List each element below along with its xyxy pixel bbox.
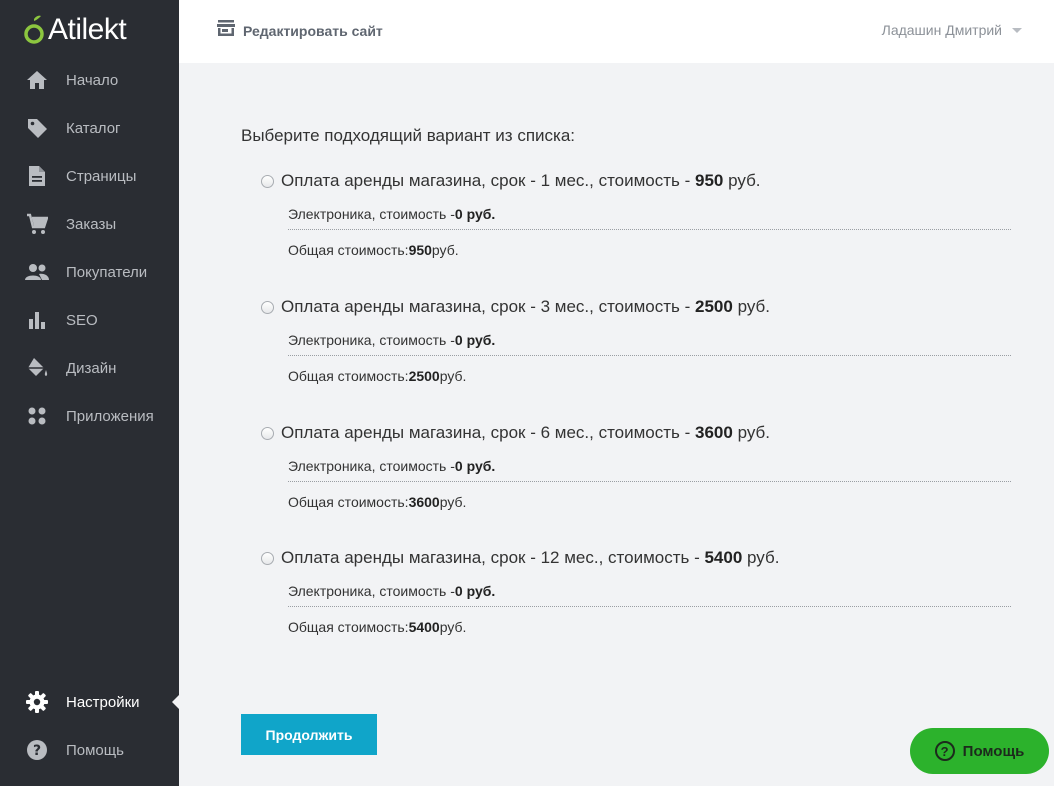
plan-detail: Электроника, стоимость - 0 руб.	[288, 318, 1011, 356]
user-name: Ладашин Дмитрий	[881, 22, 1002, 38]
sidebar-item-label: Заказы	[66, 215, 117, 233]
sidebar-item-seo[interactable]: SEO	[0, 296, 179, 344]
sidebar-item-apps[interactable]: Приложения	[0, 392, 179, 440]
selection-prompt: Выберите подходящий вариант из списка:	[241, 126, 576, 145]
tag-icon	[24, 115, 50, 141]
apple-logo-icon	[24, 15, 44, 45]
plan-detail: Электроника, стоимость - 0 руб.	[288, 192, 1011, 230]
sidebar-item-pages[interactable]: Страницы	[0, 152, 179, 200]
sidebar-item-design[interactable]: Дизайн	[0, 344, 179, 392]
document-icon	[24, 163, 50, 189]
plan-radio-1[interactable]	[261, 174, 274, 188]
sidebar-item-orders[interactable]: Заказы	[0, 200, 179, 248]
bar-chart-icon	[24, 307, 50, 333]
edit-site-button[interactable]: Редактировать сайт	[217, 20, 383, 41]
plan-option: Оплата аренды магазина, срок - 12 мес., …	[261, 547, 1011, 637]
sidebar-item-label: Покупатели	[66, 263, 148, 281]
paint-bucket-icon	[24, 355, 50, 381]
continue-button[interactable]: Продолжить	[241, 714, 377, 755]
sidebar-item-home[interactable]: Начало	[0, 56, 179, 104]
help-circle-icon: ?	[24, 737, 50, 763]
sidebar-item-label: Настройки	[66, 693, 140, 711]
plan-selection: Выберите подходящий вариант из списка: О…	[241, 126, 1021, 635]
plan-total: Общая стоимость: 2500 руб.	[288, 368, 467, 384]
top-bar: Редактировать сайт Ладашин Дмитрий	[179, 0, 1054, 63]
plan-total: Общая стоимость: 5400 руб.	[288, 619, 467, 635]
plan-option-label[interactable]: Оплата аренды магазина, срок - 12 мес., …	[281, 548, 779, 568]
brand-logo[interactable]: Atilekt	[24, 10, 127, 50]
sidebar-item-customers[interactable]: Покупатели	[0, 248, 179, 296]
plan-option: Оплата аренды магазина, срок - 1 мес., с…	[261, 170, 1011, 260]
sidebar-item-help[interactable]: ? Помощь	[0, 726, 179, 774]
plan-total: Общая стоимость: 950 руб.	[288, 242, 459, 258]
plan-option-label[interactable]: Оплата аренды магазина, срок - 6 мес., с…	[281, 423, 770, 443]
sidebar-item-catalog[interactable]: Каталог	[0, 104, 179, 152]
sidebar-item-label: Начало	[66, 71, 119, 89]
plan-option-label[interactable]: Оплата аренды магазина, срок - 1 мес., с…	[281, 171, 761, 191]
help-chat-button[interactable]: ? Помощь	[910, 728, 1049, 774]
people-icon	[24, 259, 50, 285]
home-icon	[24, 67, 50, 93]
cart-icon	[24, 211, 50, 237]
sidebar-item-label: Дизайн	[66, 359, 117, 377]
sidebar: Atilekt Начало Каталог Страницы Заказы П…	[0, 0, 179, 786]
apps-grid-icon	[24, 403, 50, 429]
sidebar-item-label: Каталог	[66, 119, 121, 137]
chevron-down-icon	[1012, 27, 1022, 33]
help-circle-icon: ?	[934, 741, 955, 761]
sidebar-item-settings[interactable]: Настройки	[0, 678, 179, 726]
plan-option: Оплата аренды магазина, срок - 3 мес., с…	[261, 296, 1011, 386]
storefront-icon	[217, 20, 235, 41]
brand-name: Atilekt	[48, 13, 127, 46]
plan-total: Общая стоимость: 3600 руб.	[288, 494, 467, 510]
plan-option: Оплата аренды магазина, срок - 6 мес., с…	[261, 422, 1011, 512]
plan-detail: Электроника, стоимость - 0 руб.	[288, 444, 1011, 482]
sidebar-item-label: Приложения	[66, 407, 154, 425]
sidebar-item-label: Помощь	[66, 741, 124, 759]
plan-radio-12[interactable]	[261, 551, 274, 565]
user-menu[interactable]: Ладашин Дмитрий	[882, 22, 1022, 38]
plan-radio-6[interactable]	[261, 426, 274, 440]
plan-detail: Электроника, стоимость - 0 руб.	[288, 569, 1011, 607]
help-chat-label: Помощь	[962, 742, 1025, 760]
sidebar-item-label: SEO	[66, 311, 98, 329]
gear-icon	[24, 689, 50, 715]
edit-site-label: Редактировать сайт	[243, 22, 383, 39]
svg-text:?: ?	[33, 743, 41, 759]
sidebar-item-label: Страницы	[66, 167, 137, 185]
plan-option-label[interactable]: Оплата аренды магазина, срок - 3 мес., с…	[281, 297, 770, 317]
plan-radio-3[interactable]	[261, 300, 274, 314]
